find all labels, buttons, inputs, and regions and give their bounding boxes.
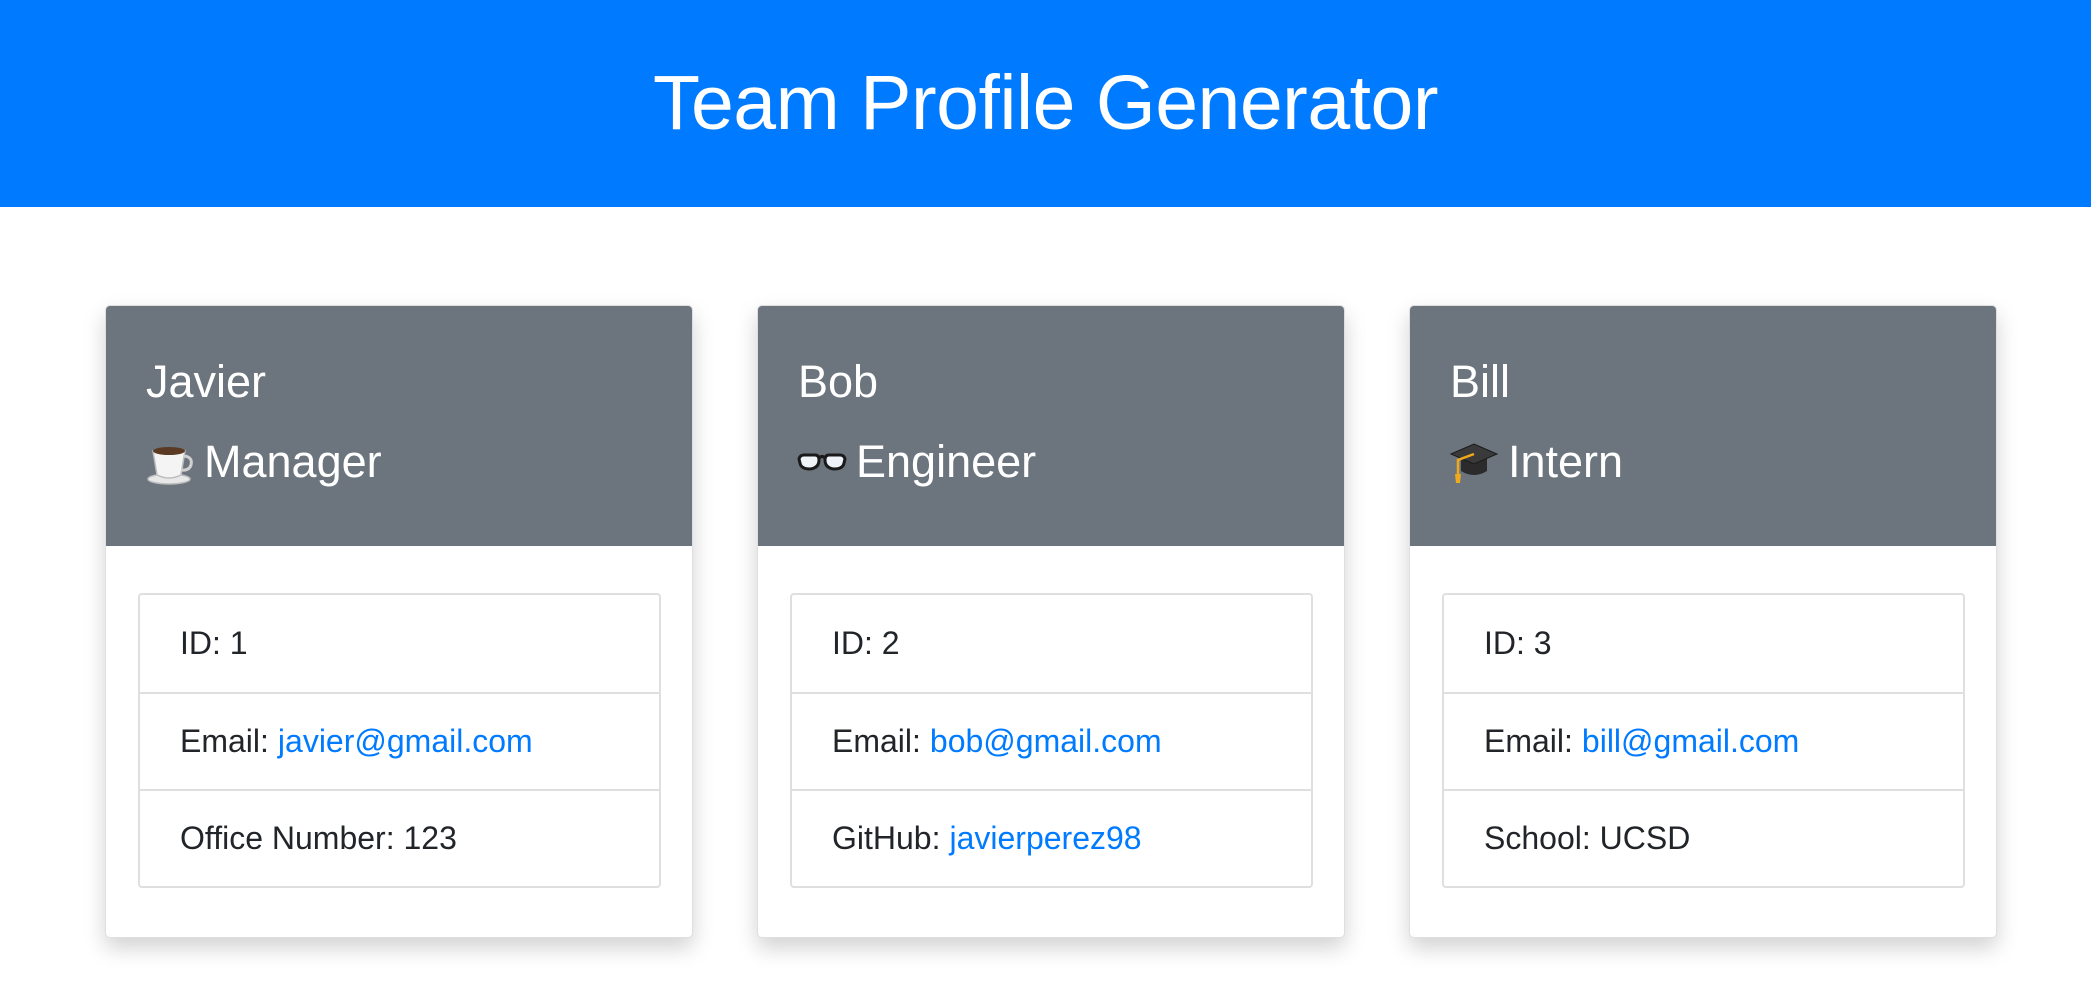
github-link[interactable]: javierperez98 — [949, 820, 1141, 857]
school-row: School: UCSD — [1444, 789, 1963, 886]
employee-details: ID: 1 Email: javier@gmail.com Office Num… — [138, 593, 661, 888]
employee-role: Engineer — [796, 432, 1036, 492]
email-link[interactable]: javier@gmail.com — [278, 723, 533, 760]
employee-email-row: Email: bob@gmail.com — [792, 692, 1311, 789]
email-label: Email: — [180, 723, 269, 759]
employee-details: ID: 2 Email: bob@gmail.com GitHub: javie… — [790, 593, 1313, 888]
office-number: Office Number: 123 — [140, 789, 659, 886]
employee-email-row: Email: javier@gmail.com — [140, 692, 659, 789]
employee-card-manager: Javier Manager ID: 1 Email: javier@gmail… — [105, 305, 693, 938]
email-link[interactable]: bill@gmail.com — [1582, 723, 1799, 760]
coffee-icon — [144, 436, 196, 488]
team-cards: Javier Manager ID: 1 Email: javier@gmail… — [0, 207, 2091, 994]
employee-role-label: Engineer — [856, 436, 1037, 487]
card-header: Bob Engineer — [758, 306, 1344, 546]
employee-card-intern: Bill Intern ID: 3 Email: bill@gmail.com — [1409, 305, 1997, 938]
page-header: Team Profile Generator — [0, 0, 2091, 207]
github-row: GitHub: javierperez98 — [792, 789, 1311, 886]
employee-role-label: Intern — [1508, 436, 1624, 487]
employee-card-engineer: Bob Engineer ID: 2 Email: bob@gmail.com — [757, 305, 1345, 938]
card-header: Javier Manager — [106, 306, 692, 546]
employee-name: Bill — [1450, 356, 1511, 407]
email-label: Email: — [832, 723, 921, 759]
employee-id: ID: 3 — [1484, 625, 1552, 661]
employee-name: Javier — [146, 356, 267, 407]
page-title: Team Profile Generator — [652, 60, 1439, 146]
employee-email-row: Email: bill@gmail.com — [1444, 692, 1963, 789]
employee-role: Manager — [144, 432, 382, 492]
github-label: GitHub: — [832, 820, 941, 856]
employee-id: ID: 1 — [180, 625, 248, 661]
employee-details: ID: 3 Email: bill@gmail.com School: UCSD — [1442, 593, 1965, 888]
card-header: Bill Intern — [1410, 306, 1996, 546]
email-link[interactable]: bob@gmail.com — [930, 723, 1162, 760]
graduation-cap-icon — [1448, 436, 1500, 488]
employee-id: ID: 2 — [832, 625, 900, 661]
employee-role: Intern — [1448, 432, 1623, 492]
employee-role-label: Manager — [204, 436, 382, 487]
employee-name: Bob — [798, 356, 879, 407]
email-label: Email: — [1484, 723, 1573, 759]
glasses-icon — [796, 436, 848, 488]
